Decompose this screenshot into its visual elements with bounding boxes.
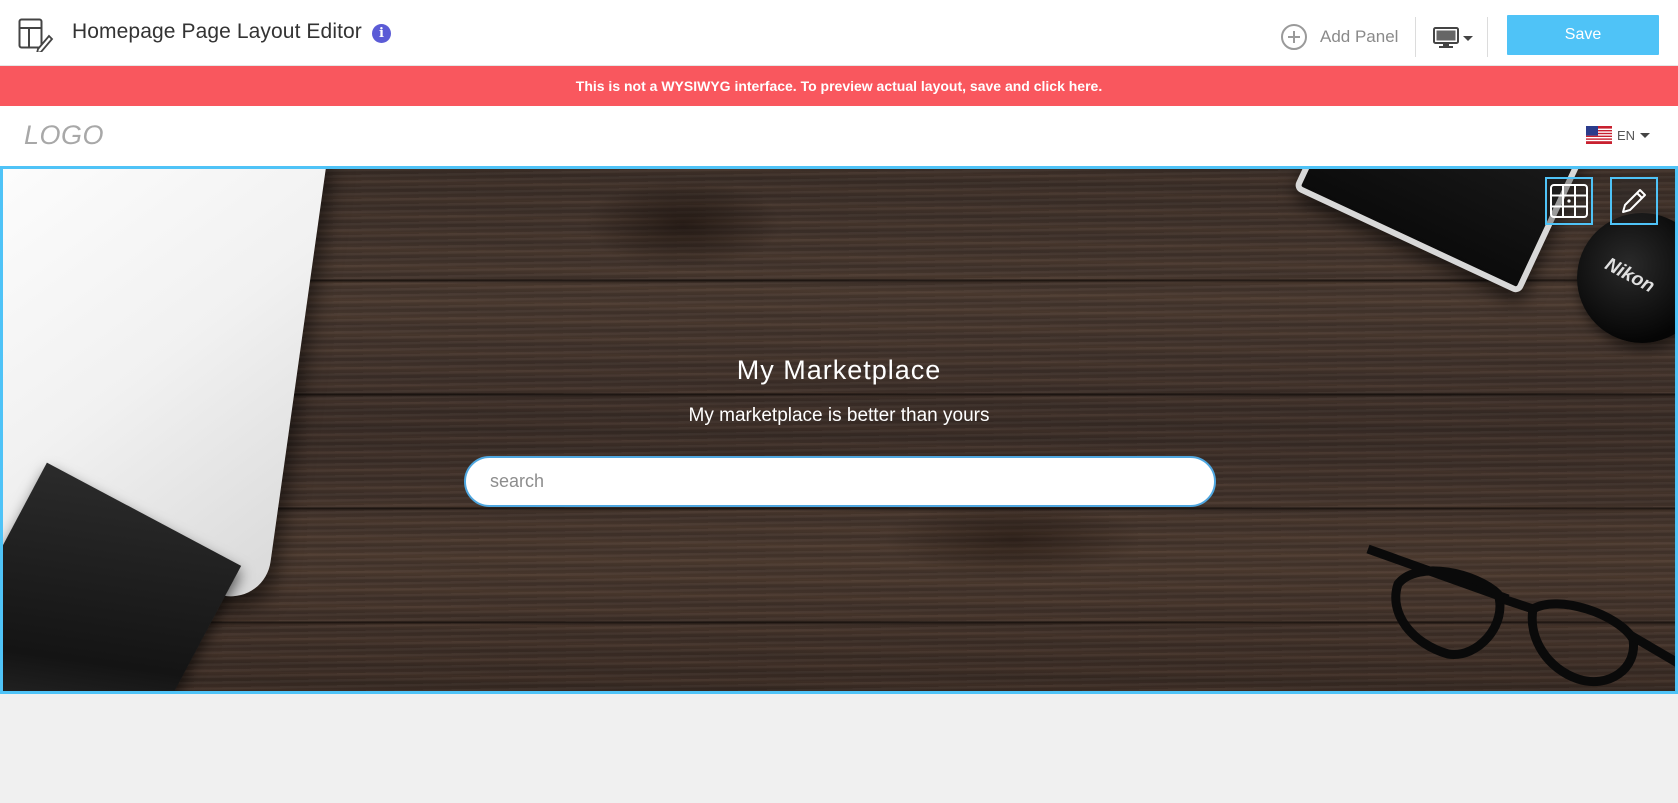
lens-cap-image: Nikon	[1577, 213, 1675, 343]
wood-texture	[583, 179, 783, 269]
add-panel-button[interactable]: Add Panel	[1280, 22, 1398, 52]
grid-layout-icon	[1550, 184, 1588, 218]
site-header-panel: LOGO EN	[0, 106, 1678, 166]
caret-down-icon	[1463, 35, 1473, 41]
us-flag-icon	[1586, 126, 1612, 144]
toolbar-divider	[1415, 17, 1416, 57]
hero-subtitle: My marketplace is better than yours	[688, 405, 990, 426]
save-button[interactable]: Save	[1507, 15, 1659, 55]
lens-cap-brand: Nikon	[1601, 253, 1658, 298]
page-title: Homepage Page Layout Editor	[72, 20, 362, 43]
language-label: EN	[1617, 127, 1636, 143]
device-preview-dropdown[interactable]	[1433, 26, 1477, 50]
hero-banner-panel[interactable]: Nikon My Marketplace My marketplace is b…	[0, 166, 1678, 694]
search-input[interactable]	[464, 456, 1216, 507]
toolbar-divider	[1487, 17, 1488, 57]
language-selector[interactable]: EN	[1586, 126, 1651, 144]
pencil-edit-icon	[1622, 189, 1646, 213]
plus-circle-icon	[1281, 24, 1307, 50]
wysiwyg-warning-banner[interactable]: This is not a WYSIWYG interface. To prev…	[0, 66, 1678, 106]
page-layout-editor-icon	[18, 18, 54, 52]
editor-toolbar: Homepage Page Layout Editor i Add Panel …	[0, 0, 1678, 66]
camera-image	[1293, 169, 1583, 295]
caret-down-icon	[1640, 132, 1651, 138]
info-icon[interactable]: i	[372, 24, 391, 43]
hero-title: My Marketplace	[736, 355, 942, 385]
wood-texture	[883, 499, 1143, 579]
eyeglasses-image	[1366, 544, 1675, 687]
site-logo: LOGO	[24, 120, 105, 150]
panel-edit-button[interactable]	[1610, 177, 1658, 225]
panel-layout-button[interactable]	[1545, 177, 1593, 225]
desktop-icon	[1433, 27, 1459, 48]
add-panel-label: Add Panel	[1320, 27, 1399, 46]
